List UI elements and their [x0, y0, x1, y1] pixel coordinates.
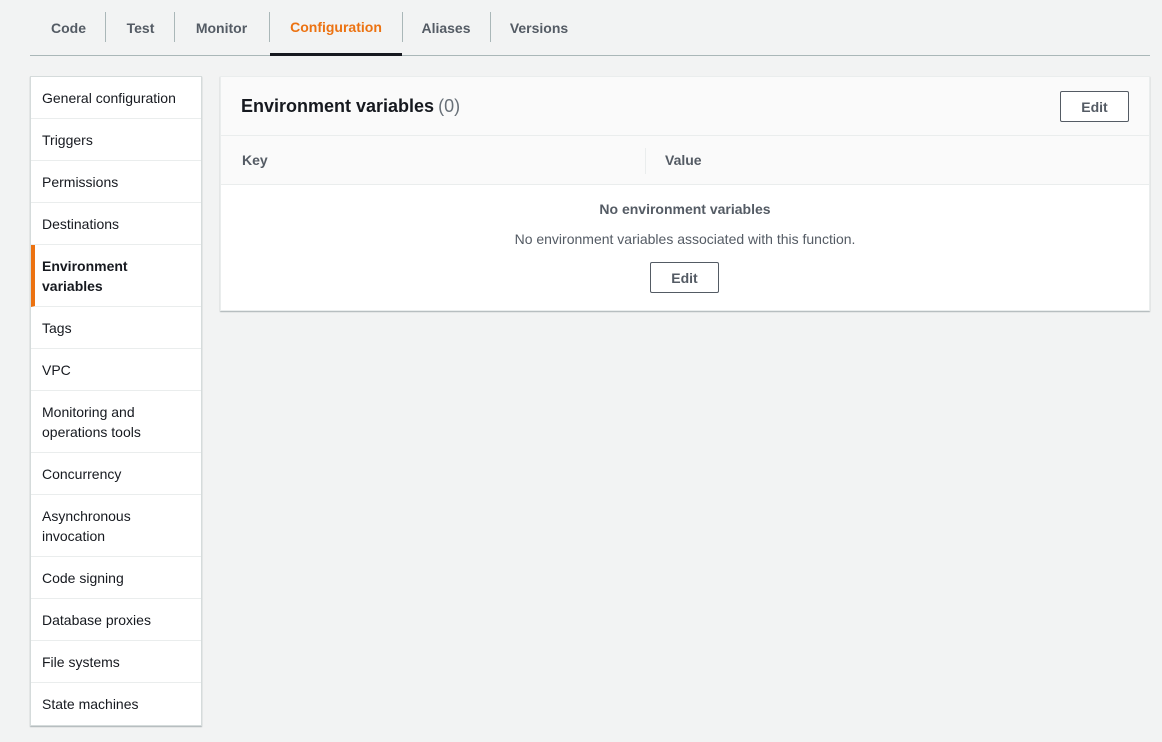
sidebar-item-label: Code signing: [42, 569, 124, 586]
panel-title-text: Environment variables: [241, 96, 435, 116]
sidebar-item-database-proxies[interactable]: Database proxies: [31, 599, 201, 641]
sidebar-item-label: Environment variables: [42, 257, 128, 294]
variable-count: (0): [438, 96, 461, 116]
sidebar-item-code-signing[interactable]: Code signing: [31, 557, 201, 599]
sidebar-item-asynchronous-invocation[interactable]: Asynchronous invocation: [31, 495, 201, 557]
empty-state: No environment variables No environment …: [221, 185, 1149, 309]
sidebar-item-vpc[interactable]: VPC: [31, 349, 201, 391]
sidebar-item-label: Database proxies: [42, 611, 151, 628]
environment-variables-panel: Environment variables (0) Edit Key Value …: [220, 76, 1150, 311]
tab-test[interactable]: Test: [116, 0, 165, 55]
sidebar-item-environment-variables[interactable]: Environment variables: [31, 245, 201, 307]
edit-button[interactable]: Edit: [1060, 91, 1129, 122]
tab-configuration[interactable]: Configuration: [270, 0, 402, 56]
empty-state-description: No environment variables associated with…: [514, 231, 856, 247]
sidebar-item-label: Destinations: [42, 215, 120, 232]
sidebar-item-label: Monitoring and operations tools: [42, 403, 141, 440]
tab-aliases[interactable]: Aliases: [411, 0, 481, 55]
tab-divider: [105, 12, 106, 42]
panel-header: Environment variables (0) Edit: [221, 77, 1149, 136]
tab-code[interactable]: Code: [42, 0, 95, 55]
column-header-key[interactable]: Key: [242, 152, 268, 168]
sidebar-item-file-systems[interactable]: File systems: [31, 641, 201, 683]
sidebar-item-monitoring-and-operations-tools[interactable]: Monitoring and operations tools: [31, 391, 201, 453]
sidebar-item-state-machines[interactable]: State machines: [31, 683, 201, 725]
tab-versions[interactable]: Versions: [500, 0, 578, 55]
tab-divider: [490, 12, 491, 42]
table-header: Key Value: [221, 136, 1149, 185]
tab-divider: [402, 12, 403, 42]
sidebar-item-label: Triggers: [42, 131, 93, 148]
sidebar-item-label: Concurrency: [42, 465, 122, 482]
sidebar-item-general-configuration[interactable]: General configuration: [31, 77, 201, 119]
empty-state-edit-button[interactable]: Edit: [650, 262, 719, 293]
sidebar-item-concurrency[interactable]: Concurrency: [31, 453, 201, 495]
column-divider: [645, 148, 646, 174]
sidebar-item-tags[interactable]: Tags: [31, 307, 201, 349]
sidebar-item-triggers[interactable]: Triggers: [31, 119, 201, 161]
sidebar-item-label: State machines: [42, 696, 139, 712]
tab-divider: [174, 12, 175, 42]
configuration-sidebar: General configuration Triggers Permissio…: [30, 76, 202, 726]
tab-monitor[interactable]: Monitor: [185, 0, 258, 55]
sidebar-item-label: VPC: [42, 361, 71, 378]
sidebar-item-label: Permissions: [42, 173, 119, 190]
panel-title: Environment variables (0): [241, 96, 460, 117]
empty-state-title: No environment variables: [599, 201, 771, 217]
sidebar-item-label: Tags: [42, 319, 72, 336]
sidebar-item-label: General configuration: [42, 89, 176, 106]
tab-bar: Code Test Monitor Configuration Aliases …: [30, 0, 1150, 56]
sidebar-item-label: Asynchronous invocation: [42, 507, 131, 544]
sidebar-item-permissions[interactable]: Permissions: [31, 161, 201, 203]
sidebar-item-label: File systems: [42, 653, 120, 670]
column-header-value[interactable]: Value: [665, 152, 702, 168]
sidebar-item-destinations[interactable]: Destinations: [31, 203, 201, 245]
